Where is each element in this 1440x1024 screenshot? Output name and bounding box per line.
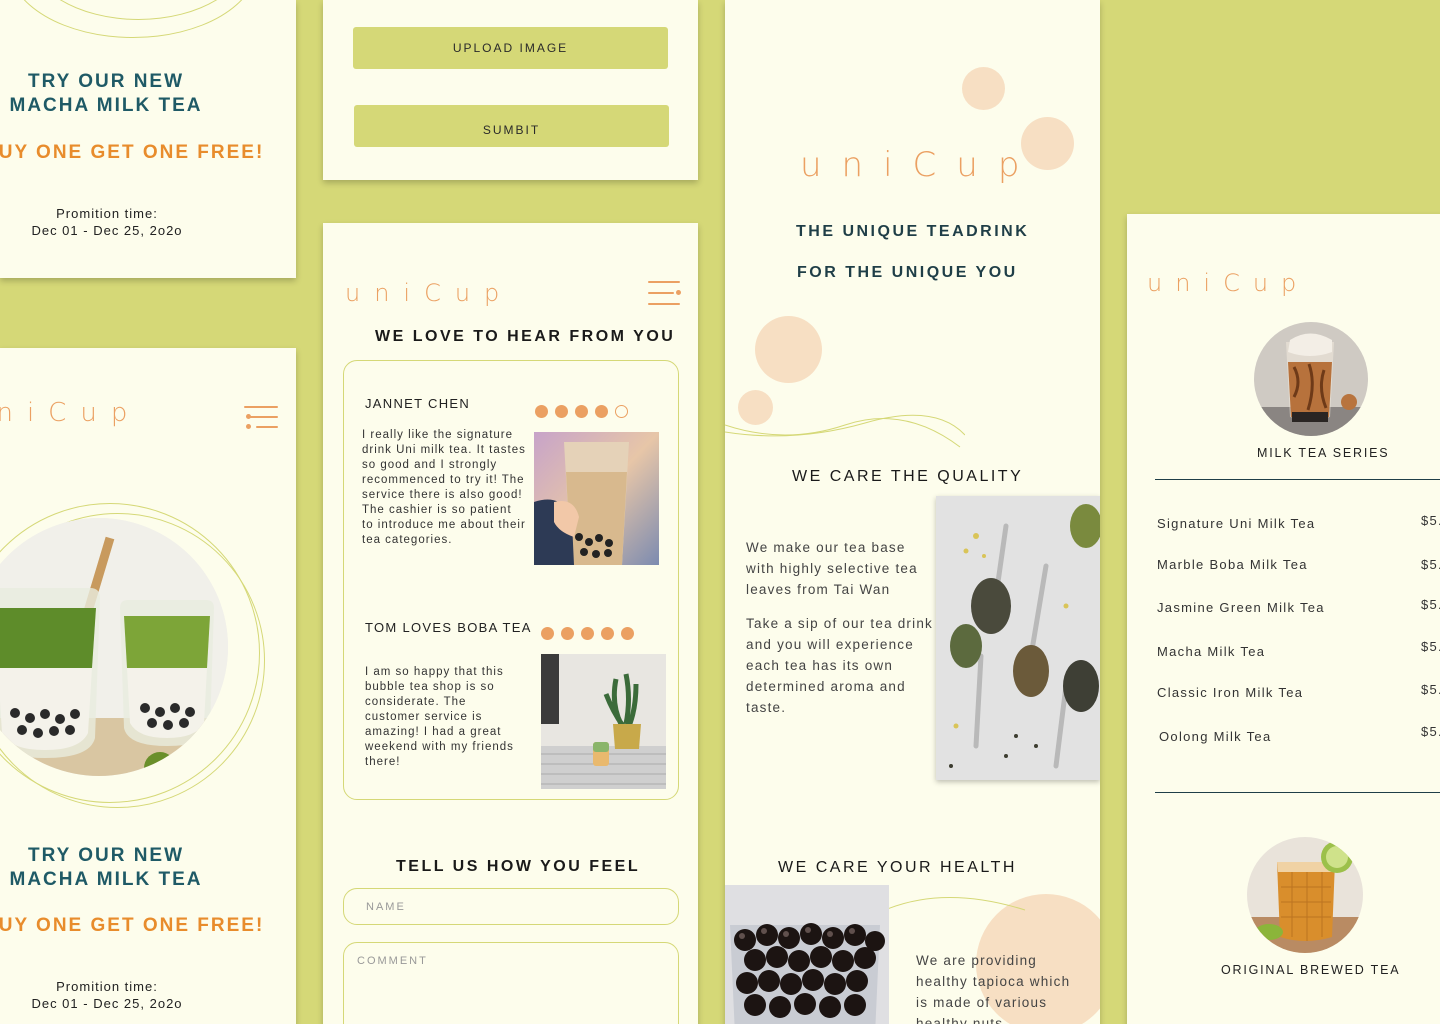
name-field-placeholder: NAME [366,901,406,913]
rating-dots [541,627,641,645]
menu-item-name: Marble Boba Milk Tea [1157,557,1308,572]
promo-title: TRY OUR NEW MACHA MILK TEA [0,70,212,118]
feedback-form-heading: TELL US HOW YOU FEEL [396,858,641,875]
tagline-line1: THE UNIQUE TEADRINK [796,223,1030,240]
decor-circle [755,316,822,383]
promo-card-top: TRY OUR NEW MACHA MILK TEA BUY ONE GET O… [0,0,296,278]
rating-dot-filled [595,405,608,418]
menu-item[interactable]: Oolong Milk Tea $5. [1159,724,1440,744]
quality-paragraph-2: Take a sip of our tea drink and you will… [746,616,933,715]
menu-item-price: $5. [1421,682,1440,697]
comment-field-placeholder: COMMENT [357,955,428,967]
menu-item[interactable]: Marble Boba Milk Tea $5. [1157,557,1440,572]
menu-item[interactable]: Jasmine Green Milk Tea $5. [1157,597,1440,615]
promo-title-line2: MACHA MILK TEA [9,95,203,116]
divider [1155,479,1440,480]
promo-title-line1: TRY OUR NEW [27,845,185,866]
menu-item-price: $5. [1421,639,1440,654]
review-photo-cafe [541,654,666,789]
review-card: uniCup WE LOVE TO HEAR FROM YOU JANNET C… [323,223,698,1024]
menu-item-price: $5. [1421,724,1440,739]
rating-dot-filled [575,405,588,418]
tagline-line2: FOR THE UNIQUE YOU [797,264,1018,281]
menu-item[interactable]: Classic Iron Milk Tea $5. [1157,682,1440,700]
quality-heading: WE CARE THE QUALITY [792,468,1024,485]
review-text: I am so happy that this bubble tea shop … [365,666,514,768]
hamburger-menu-icon[interactable] [244,406,278,434]
milk-tea-series-photo [1254,322,1368,436]
brand-logo[interactable]: uniCup [1147,269,1309,297]
rating-dot-filled [601,627,614,640]
wave-decoration [725,414,965,448]
milk-tea-series-title: MILK TEA SERIES [1257,446,1390,460]
rating-dots [535,405,635,423]
upload-card: UPLOAD IMAGE SUMBIT [323,0,698,180]
wave-decoration [885,897,1026,911]
reviews-box: JANNET CHEN I really like the signature … [343,360,679,800]
hamburger-menu-icon[interactable] [648,281,682,309]
menu-item-price: $5. [1421,557,1440,572]
review-heading: WE LOVE TO HEAR FROM YOU [375,328,676,345]
upload-image-button[interactable]: UPLOAD IMAGE [353,27,668,69]
promo-time-range: Dec 01 - Dec 25, 2o2o [31,223,183,238]
rating-dot-filled [535,405,548,418]
tea-spoons-photo [936,496,1100,780]
quality-paragraph-1: We make our tea base with highly selecti… [746,540,918,597]
reviewer-name: JANNET CHEN [365,396,471,411]
name-field[interactable]: NAME [343,888,679,925]
promo-offer: BUY ONE GET ONE FREE! [0,142,265,163]
menu-item-name: Jasmine Green Milk Tea [1157,600,1325,615]
promo-time-label: Promition time: [56,979,158,994]
promo-offer: BUY ONE GET ONE FREE! [0,915,265,936]
menu-item[interactable]: Signature Uni Milk Tea $5. [1157,513,1440,531]
brand-logo[interactable]: uniCup [800,145,1039,185]
promo-time: Promition time: Dec 01 - Dec 25, 2o2o [0,978,214,1012]
menu-item-name: Macha Milk Tea [1157,644,1266,659]
brewed-tea-title: ORIGINAL BREWED TEA [1221,963,1401,977]
promo-time: Promition time: Dec 01 - Dec 25, 2o2o [0,205,214,239]
menu-item-name: Signature Uni Milk Tea [1157,516,1316,531]
rating-dot-filled [621,627,634,640]
rating-dot-empty [615,405,628,418]
health-heading: WE CARE YOUR HEALTH [778,859,1017,876]
decor-circle [962,67,1005,110]
promo-title-line1: TRY OUR NEW [27,71,185,92]
brand-logo[interactable]: uniCup [345,279,513,307]
menu-item-name: Classic Iron Milk Tea [1157,685,1304,700]
promo-title-line2: MACHA MILK TEA [9,869,203,890]
about-card: uniCup THE UNIQUE TEADRINK FOR THE UNIQU… [725,0,1100,1024]
submit-button[interactable]: SUMBIT [354,105,669,147]
divider [1155,792,1440,793]
promo-time-label: Promition time: [56,206,158,221]
health-paragraph: We are providing healthy tapioca which i… [916,953,1071,1024]
menu-card: uniCup MILK TEA SERIES Signature Uni Mil… [1127,214,1440,1024]
brewed-tea-photo [1247,837,1363,953]
menu-item-price: $5. [1421,597,1440,612]
promo-time-range: Dec 01 - Dec 25, 2o2o [31,996,183,1011]
menu-item-name: Oolong Milk Tea [1159,729,1272,744]
review-photo-milk-tea [534,432,659,565]
menu-item-price: $5. [1421,513,1440,528]
rating-dot-filled [555,405,568,418]
comment-field[interactable]: COMMENT [343,942,679,1024]
tapioca-photo [725,885,889,1024]
rating-dot-filled [561,627,574,640]
menu-item[interactable]: Macha Milk Tea $5. [1157,639,1440,659]
rating-dot-filled [581,627,594,640]
brand-logo[interactable]: uniCup [0,398,141,428]
reviewer-name: TOM LOVES BOBA TEA [365,620,532,635]
promo-card-bottom: uniCup TRY OUR [0,348,296,1024]
promo-title: TRY OUR NEW MACHA MILK TEA [0,844,212,892]
review-text: I really like the signature drink Uni mi… [362,429,526,546]
rating-dot-filled [541,627,554,640]
